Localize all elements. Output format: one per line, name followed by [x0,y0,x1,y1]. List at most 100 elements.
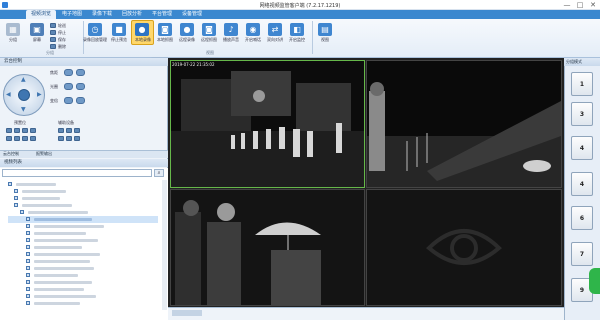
side-float-icon[interactable] [589,268,600,294]
intercom-icon[interactable]: ⇄ [268,23,282,36]
save-label[interactable]: 保存 [58,37,66,43]
zoom-plus-button[interactable] [76,97,85,104]
tree-node[interactable] [8,181,158,188]
tree-node[interactable] [8,188,158,195]
tree-node[interactable] [8,300,158,307]
view-icon[interactable]: ▤ [318,23,332,36]
preset-button[interactable] [30,136,36,141]
tree-node[interactable] [8,209,158,216]
no-video-eye-icon [367,190,561,305]
tree-scrollbar[interactable] [162,180,167,310]
preset-button[interactable] [22,128,28,133]
stop-small-icon[interactable] [50,30,56,35]
ptz-down-icon[interactable]: ▼ [21,106,26,113]
search-icon[interactable]: ⌕ [154,169,164,177]
ribbon-label: 远程抓图 [201,37,217,42]
ptz-center-button[interactable] [18,89,30,101]
video-list-header: 视频列表 [0,159,168,167]
tab-e-map[interactable]: 电子地图 [58,10,86,19]
aux-button[interactable] [74,136,80,141]
video-pane-4-empty[interactable] [366,189,562,306]
preset-button[interactable] [14,136,20,141]
zoom-label: 变倍 [50,98,58,103]
remote-record-icon[interactable]: ● [180,23,194,36]
tree-node[interactable] [8,230,158,237]
playback-icon[interactable]: ◷ [88,23,102,36]
talk-icon[interactable]: ◉ [246,23,260,36]
close-button[interactable]: ✕ [587,0,599,10]
tree-node[interactable] [8,244,158,251]
save-icon[interactable] [50,37,56,42]
layout-6-button[interactable]: 6 [571,206,593,230]
video-pane-3[interactable] [170,189,365,306]
screen-icon[interactable]: ▣ [30,23,44,36]
remote-snap-icon[interactable]: ◙ [202,23,216,36]
tab-record-download[interactable]: 录像下载 [88,10,116,19]
tree-node[interactable] [8,223,158,230]
aux-button[interactable] [74,128,80,133]
layout-4-button[interactable]: 4 [571,136,593,160]
minimize-button[interactable]: — [561,0,573,10]
preset-button[interactable] [30,128,36,133]
ptz-header: 云台控制 [0,58,168,66]
tab-ptz-control[interactable]: 云台控制 [3,151,19,157]
camera-icon[interactable]: ◙ [158,23,172,36]
tree-node[interactable] [8,237,158,244]
preset-button[interactable] [22,136,28,141]
video-frame-waterfront [367,61,561,187]
layout-header: 分组模式 [564,58,600,66]
iris-minus-button[interactable] [64,83,73,90]
tree-node[interactable] [8,265,158,272]
tree-node[interactable] [8,279,158,286]
layout-1-button[interactable]: 1 [571,72,593,96]
tree-node[interactable] [8,286,158,293]
tree-search-input[interactable] [2,169,152,177]
layout-7-button[interactable]: 7 [571,242,593,266]
preset-button[interactable] [6,136,12,141]
preset-label: 预置位 [14,120,26,125]
aux-button[interactable] [66,128,72,133]
tree-node-selected[interactable] [8,216,158,223]
cycle-icon[interactable] [50,23,56,28]
layout-4b-button[interactable]: 4 [571,172,593,196]
video-pane-2[interactable] [366,60,562,188]
tree-node[interactable] [8,272,158,279]
monitor-icon[interactable]: ◧ [290,23,304,36]
tab-device[interactable]: 设备管理 [178,10,206,19]
focus-plus-button[interactable] [76,69,85,76]
aux-label: 辅助设备 [58,120,74,125]
iris-plus-button[interactable] [76,83,85,90]
aux-button[interactable] [66,136,72,141]
sound-icon[interactable]: ♪ [224,23,238,36]
tree-node[interactable] [8,202,158,209]
cycle-label[interactable]: 轮巡 [58,23,66,29]
ptz-right-icon[interactable]: ▶ [37,91,42,98]
tab-platform[interactable]: 平台管理 [148,10,176,19]
layout-3-button[interactable]: 3 [571,102,593,126]
record-icon[interactable]: ● [135,23,149,36]
ptz-left-icon[interactable]: ◀ [6,91,11,98]
stop-label[interactable]: 停止 [58,30,66,36]
preset-button[interactable] [14,128,20,133]
stop-icon[interactable]: ■ [112,23,126,36]
aux-button[interactable] [58,128,64,133]
ptz-up-icon[interactable]: ▲ [21,76,26,83]
focus-minus-button[interactable] [64,69,73,76]
tab-video-browse[interactable]: 视频浏览 [26,10,56,19]
preset-button[interactable] [6,128,12,133]
group-icon[interactable]: ▦ [6,23,20,36]
delete-icon[interactable] [50,44,56,49]
aux-button[interactable] [58,136,64,141]
ribbon-label: 双向对讲 [267,37,283,42]
video-pane-1[interactable] [170,60,365,188]
zoom-minus-button[interactable] [64,97,73,104]
status-info [172,310,202,316]
tab-playback[interactable]: 回放分析 [118,10,146,19]
tab-alarm-output[interactable]: 报警输出 [36,151,52,157]
maximize-button[interactable]: □ [574,0,586,10]
tree-node[interactable] [8,258,158,265]
iris-label: 光圈 [50,84,58,89]
tree-node[interactable] [8,251,158,258]
tree-node[interactable] [8,293,158,300]
tree-node[interactable] [8,195,158,202]
